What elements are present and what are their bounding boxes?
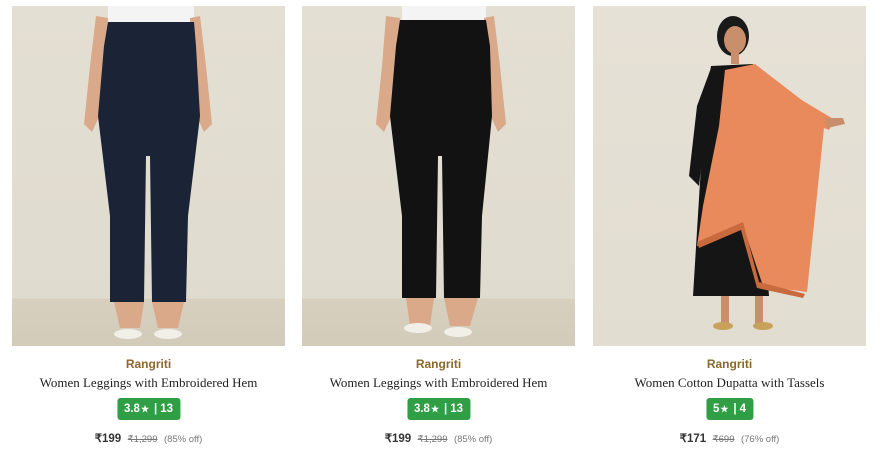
product-title[interactable]: Women Leggings with Embroidered Hem — [12, 375, 285, 391]
rating-badge: 5 ★ | 4 — [705, 398, 754, 420]
selling-price: ₹199 — [384, 433, 412, 445]
original-price: ₹699 — [712, 434, 735, 445]
discount-percentage: (76% off) — [740, 434, 780, 445]
product-brand[interactable]: Rangriti — [12, 357, 285, 371]
product-image[interactable] — [302, 6, 575, 346]
discount-percentage: (85% off) — [163, 434, 203, 445]
product-brand[interactable]: Rangriti — [593, 357, 866, 371]
rating-value: 5 — [712, 403, 720, 415]
product-title[interactable]: Women Leggings with Embroidered Hem — [302, 375, 575, 391]
dupatta-photo — [689, 16, 845, 330]
product-brand[interactable]: Rangriti — [302, 357, 575, 371]
original-price: ₹1,299 — [417, 434, 448, 445]
leggings-photo — [84, 6, 212, 339]
star-icon: ★ — [430, 404, 440, 414]
star-icon: ★ — [140, 404, 150, 414]
rating-count: 13 — [160, 403, 174, 415]
rating-count: 13 — [450, 403, 464, 415]
price-row: ₹171 ₹699 (76% off) — [593, 429, 866, 447]
rating-count: 4 — [739, 403, 747, 415]
rating-value: 3.8 — [413, 403, 430, 415]
selling-price: ₹199 — [94, 433, 122, 445]
selling-price: ₹171 — [679, 433, 707, 445]
product-title[interactable]: Women Cotton Dupatta with Tassels — [593, 375, 866, 391]
product-card[interactable]: Rangriti Women Cotton Dupatta with Tasse… — [593, 6, 866, 446]
discount-percentage: (85% off) — [453, 434, 493, 445]
product-image[interactable] — [593, 6, 866, 346]
rating-badge: 3.8 ★ | 13 — [406, 398, 471, 420]
price-row: ₹199 ₹1,299 (85% off) — [12, 429, 285, 447]
price-row: ₹199 ₹1,299 (85% off) — [302, 429, 575, 447]
leggings-photo — [376, 6, 506, 337]
rating-value: 3.8 — [123, 403, 140, 415]
product-card[interactable]: Rangriti Women Leggings with Embroidered… — [302, 6, 575, 446]
product-card[interactable]: Rangriti Women Leggings with Embroidered… — [12, 6, 285, 446]
product-image[interactable] — [12, 6, 285, 346]
star-icon: ★ — [720, 404, 729, 414]
rating-badge: 3.8 ★ | 13 — [116, 398, 181, 420]
original-price: ₹1,299 — [127, 434, 158, 445]
